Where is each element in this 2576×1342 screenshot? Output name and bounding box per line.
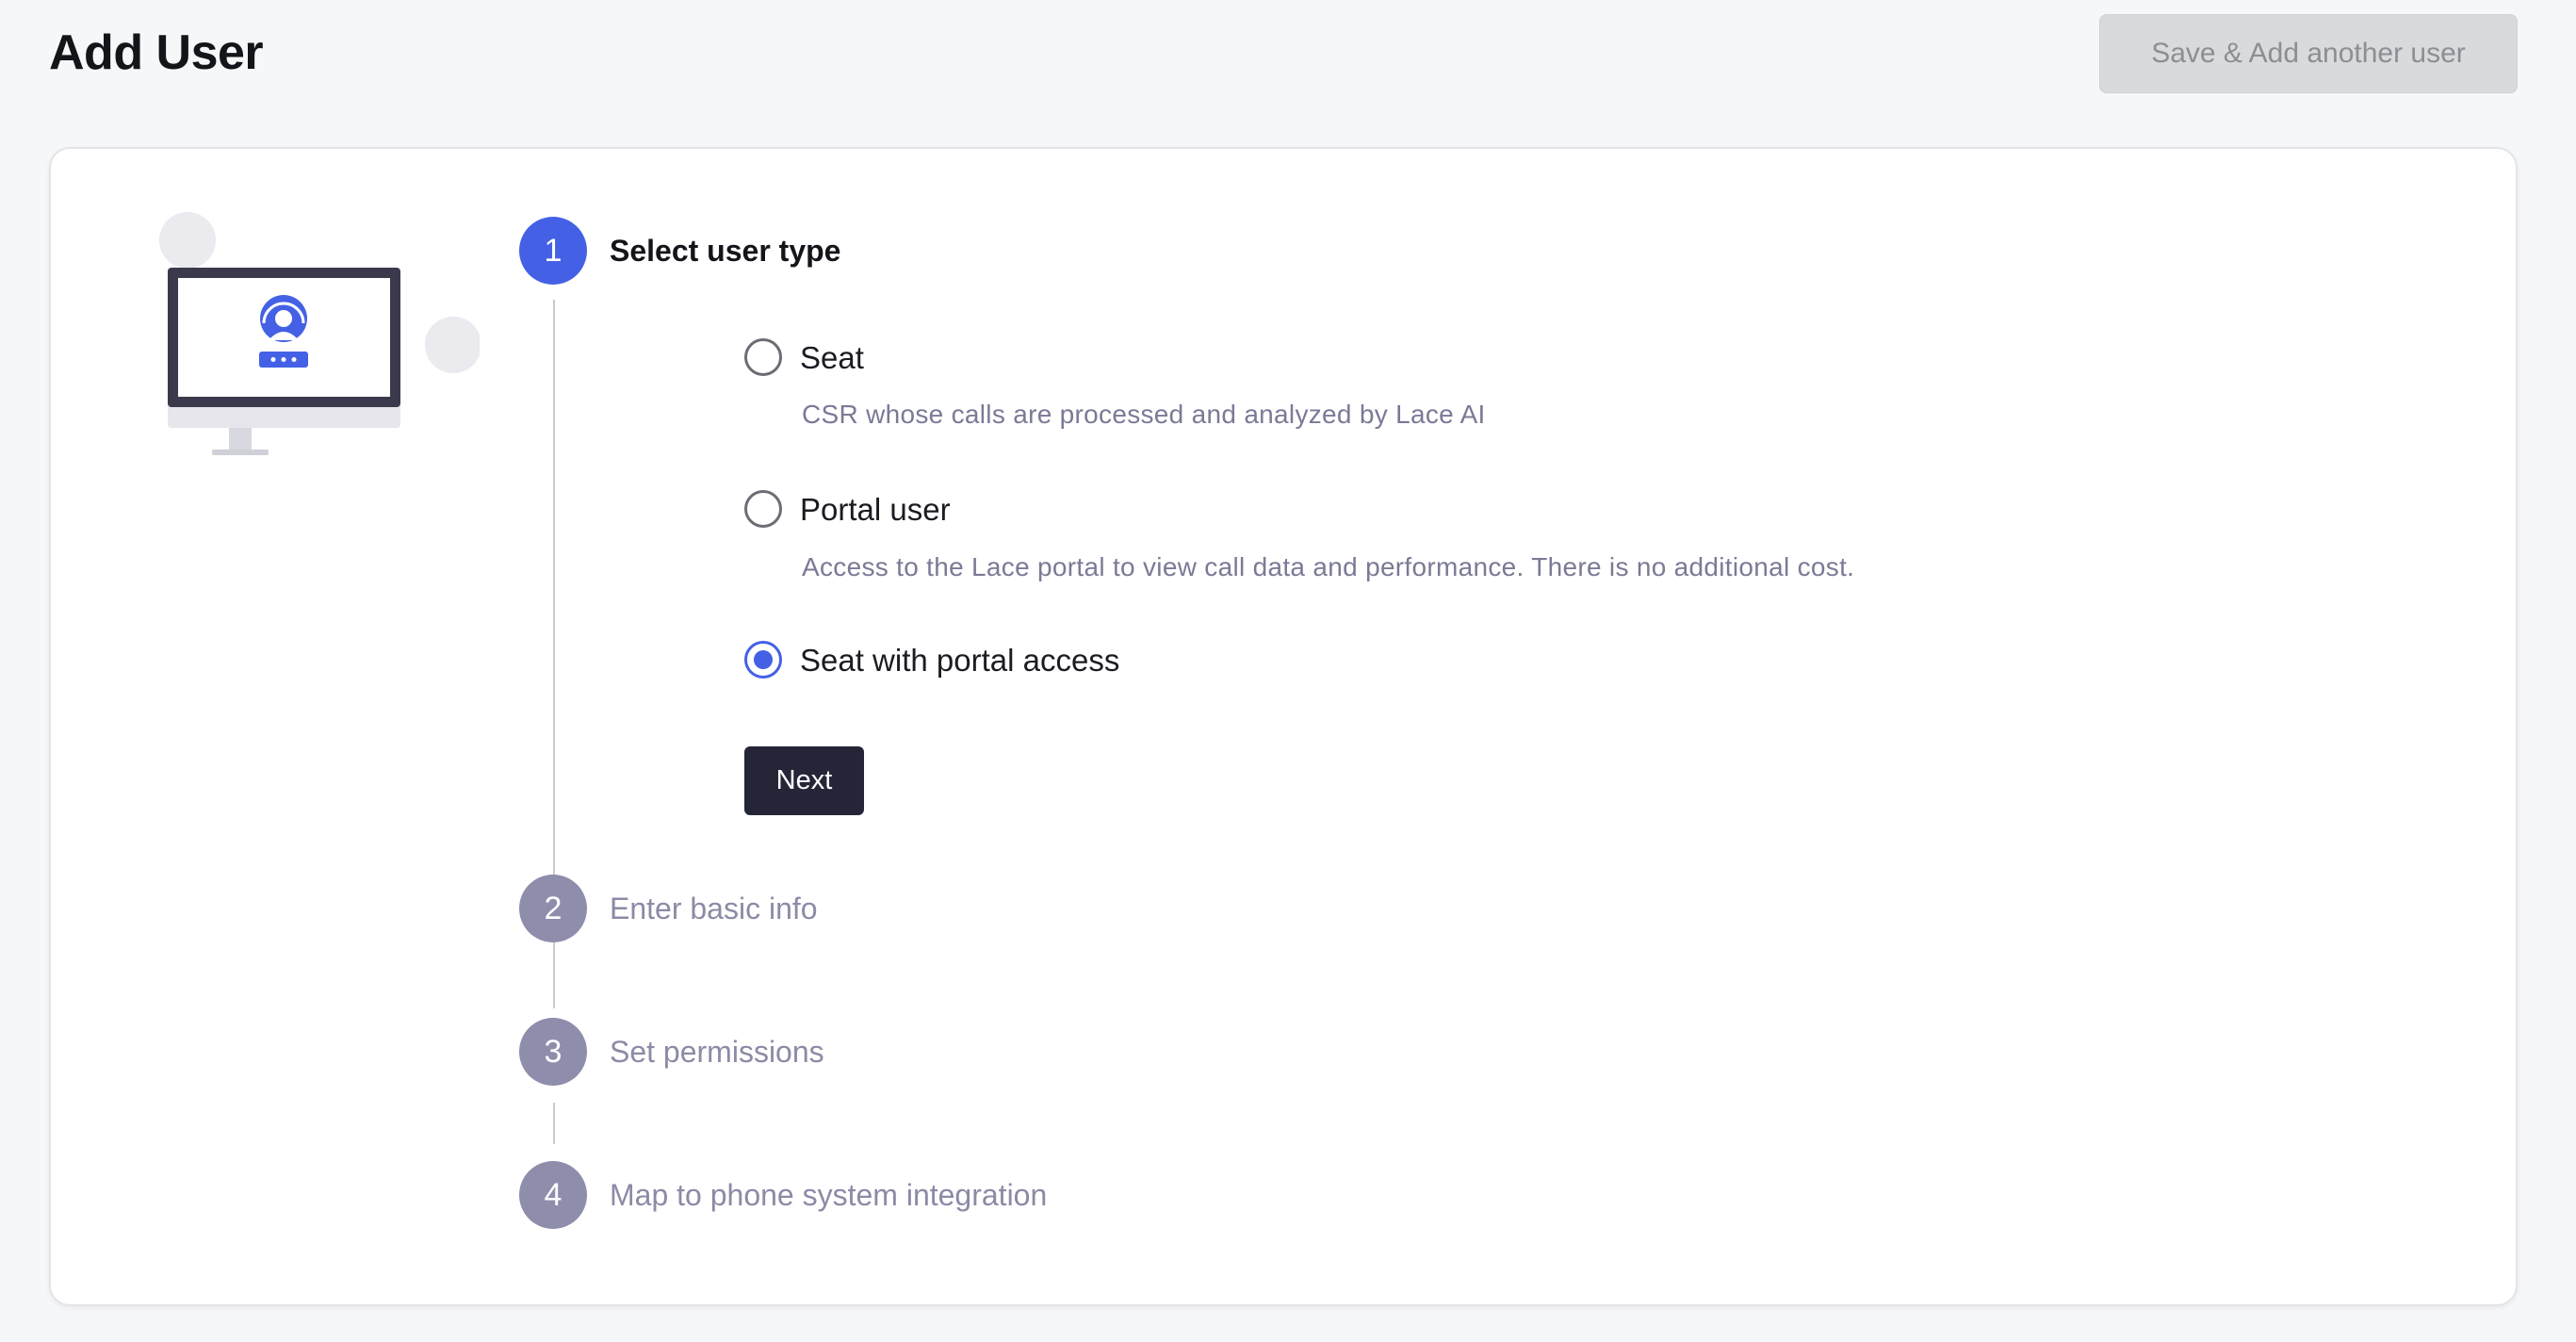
step-4-title: Map to phone system integration [610, 1178, 1048, 1212]
portal-user-description: Access to the Lace portal to view call d… [802, 552, 1855, 581]
step-3-title: Set permissions [610, 1035, 824, 1069]
seat-with-portal-access-radio[interactable] [744, 641, 782, 679]
step-2-indicator: 2 [519, 875, 587, 942]
step-connector [553, 1103, 555, 1144]
monitor-headset-user-icon [159, 212, 480, 455]
save-and-add-another-button[interactable]: Save & Add another user [2099, 14, 2518, 93]
add-user-card: 1 Select user type Seat CSR whose calls … [49, 147, 2518, 1306]
seat-radio[interactable] [744, 338, 782, 376]
seat-label[interactable]: Seat [800, 340, 864, 376]
step-1-title: Select user type [610, 234, 841, 268]
seat-description: CSR whose calls are processed and analyz… [802, 400, 1486, 429]
step-3-indicator: 3 [519, 1018, 587, 1086]
step-4-indicator: 4 [519, 1161, 587, 1229]
step-2-title: Enter basic info [610, 892, 818, 925]
next-button[interactable]: Next [744, 746, 864, 815]
portal-user-radio[interactable] [744, 490, 782, 528]
portal-user-label[interactable]: Portal user [800, 492, 951, 528]
page-title: Add User [49, 25, 264, 80]
step-1-indicator: 1 [519, 217, 587, 285]
step-connector [553, 959, 555, 1001]
seat-with-portal-access-label[interactable]: Seat with portal access [800, 643, 1119, 679]
